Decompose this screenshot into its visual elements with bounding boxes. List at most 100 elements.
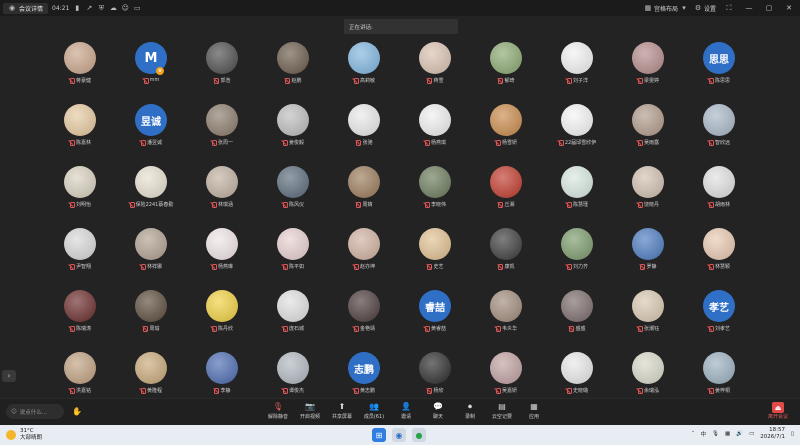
participant-tile[interactable]: 杨燕琪	[405, 102, 465, 152]
participant-tile[interactable]: 韦炎华	[476, 288, 536, 338]
shield-icon[interactable]: ⛨	[97, 4, 105, 12]
toolbar-camera-off-button[interactable]: 📷 开启视频	[294, 402, 326, 420]
participant-tile[interactable]: 杨欣	[405, 350, 465, 400]
participant-name: 罗静	[646, 264, 657, 270]
participant-tile[interactable]: 睿喆 黄睿喆	[405, 288, 465, 338]
quick-chat-input[interactable]: ☺ 说点什么...	[6, 404, 64, 419]
raise-hand-button[interactable]: ✋	[70, 404, 84, 419]
participant-tile[interactable]: 张潮钰	[618, 288, 678, 338]
toolbar-invite-button[interactable]: 👤 邀请	[390, 402, 422, 420]
caption-icon[interactable]: ▭	[133, 4, 141, 12]
toolbar-record-button[interactable]: ⏺ 录制	[454, 402, 486, 420]
leave-meeting-button[interactable]: ⏏ 离开会议	[764, 402, 792, 420]
participant-tile[interactable]: 赵亦坤	[334, 226, 394, 276]
ime-icon[interactable]: 中	[701, 430, 707, 438]
participant-tile[interactable]: 洪嘉铭	[50, 350, 110, 400]
emoji-icon[interactable]: ☺	[121, 4, 129, 12]
participant-tile[interactable]: 蒋雪	[405, 40, 465, 90]
participant-tile[interactable]: 林琪涵	[192, 164, 252, 214]
participant-tile[interactable]: 庞石城	[263, 288, 323, 338]
participant-tile[interactable]: M ★ mm	[121, 40, 181, 90]
participant-tile[interactable]: 张周一	[192, 102, 252, 152]
participant-tile[interactable]: 刘子洋	[547, 40, 607, 90]
participant-tile[interactable]: 罗静	[618, 226, 678, 276]
participant-tile[interactable]: 郭浩	[192, 40, 252, 90]
participant-tile[interactable]: 余瑞泓	[618, 350, 678, 400]
participant-tile[interactable]: 黄隆程	[121, 350, 181, 400]
participant-tile[interactable]: 饶晓丹	[618, 164, 678, 214]
cloud-icon[interactable]: ☁	[109, 4, 117, 12]
meeting-app-icon[interactable]: ◉	[392, 428, 406, 442]
signal-icon[interactable]: ▮	[73, 4, 81, 12]
maximize-icon[interactable]: ▢	[762, 4, 776, 12]
participant-tile[interactable]: 姜梓桐	[689, 350, 749, 400]
participant-tile[interactable]: 杨燕琳	[192, 226, 252, 276]
clock[interactable]: 18:57 2026/7/1	[760, 427, 785, 441]
fullscreen-icon[interactable]: ⛶	[722, 4, 736, 13]
participant-tile[interactable]: 陈丹欣	[192, 288, 252, 338]
participant-tile[interactable]: 孝艺 刘孝艺	[689, 288, 749, 338]
participant-tile[interactable]: 张驰	[334, 102, 394, 152]
participant-tile[interactable]: 梁雯婷	[618, 40, 678, 90]
toolbar-notes-button[interactable]: ▤ 云空记要	[486, 402, 518, 420]
participant-tile[interactable]: 李晓伟	[405, 164, 465, 214]
participant-tile[interactable]: 史艺	[405, 226, 465, 276]
meeting-details-tab[interactable]: ◉ 会议详情	[3, 2, 49, 14]
participant-tile[interactable]: 陈瑞涛	[50, 288, 110, 338]
participant-tile[interactable]: 姜俊毅	[263, 102, 323, 152]
participant-tile[interactable]: 杨雪妍	[476, 102, 536, 152]
participant-tile[interactable]: 胡雨林	[689, 164, 749, 214]
participant-tile[interactable]: 林祥娜	[121, 226, 181, 276]
toolbar-apps-button[interactable]: ▦ 应用	[518, 402, 550, 420]
participant-tile[interactable]: 保险2241蔡春勤	[121, 164, 181, 214]
toolbar-chat-button[interactable]: 💬 聊天	[422, 402, 454, 420]
participant-tile[interactable]: 郁琦	[476, 40, 536, 90]
participant-tile[interactable]: 思思 陈思思	[689, 40, 749, 90]
participant-tile[interactable]: 吴雨露	[618, 102, 678, 152]
participant-tile[interactable]: 刘力齐	[547, 226, 607, 276]
toolbar-mic-muted-button[interactable]: 🎙 解除静音	[262, 402, 294, 420]
battery-icon[interactable]: ▭	[749, 431, 754, 437]
participant-tile[interactable]: 康凯	[476, 226, 536, 276]
avatar	[348, 166, 380, 198]
participant-tile[interactable]: 金艳靖	[334, 288, 394, 338]
participant-tile[interactable]: 盛盛	[547, 288, 607, 338]
participant-tile[interactable]: 陈平如	[263, 226, 323, 276]
participant-tile[interactable]: 刘明怡	[50, 164, 110, 214]
participant-tile[interactable]: 丘湘	[476, 164, 536, 214]
notification-icon[interactable]: ▯	[791, 431, 794, 437]
volume-icon[interactable]: 🔊	[736, 431, 743, 437]
wechat-icon[interactable]: ●	[412, 428, 426, 442]
participant-tile[interactable]: 志鹏 黄志鹏	[334, 350, 394, 400]
participant-tile[interactable]: 李静	[192, 350, 252, 400]
windows-start-icon[interactable]: ⊞	[372, 428, 386, 442]
participant-tile[interactable]: 史晓璐	[547, 350, 607, 400]
participant-tile[interactable]: 吴嘉妍	[476, 350, 536, 400]
participant-tile[interactable]: 陈风仪	[263, 164, 323, 214]
toolbar-share-screen-button[interactable]: ⬆ 共享屏幕	[326, 402, 358, 420]
layout-button[interactable]: ▦ 宫格布局 ▾	[644, 4, 688, 13]
expand-panel-button[interactable]: ›	[2, 370, 16, 382]
participant-tile[interactable]: 昱诚 潘昱诚	[121, 102, 181, 152]
participant-tile[interactable]: 尹智翔	[50, 226, 110, 276]
participant-tile[interactable]: 谭俊杰	[263, 350, 323, 400]
participant-tile[interactable]: 周婧	[334, 164, 394, 214]
participant-tile[interactable]: 22届邱雪欣伊	[547, 102, 607, 152]
toolbar-members-button[interactable]: 👥 成员(61)	[358, 402, 390, 420]
network-icon[interactable]: ▦	[725, 431, 730, 437]
close-icon[interactable]: ✕	[782, 4, 796, 12]
participant-tile[interactable]: 陈嘉林	[50, 102, 110, 152]
weather-widget[interactable]: 31°C 大部晴朗	[6, 428, 42, 442]
settings-button[interactable]: ⚙ 设置	[694, 4, 716, 13]
participant-tile[interactable]: 陈慧瑾	[547, 164, 607, 214]
mic-tray-icon[interactable]: 🎙	[712, 431, 719, 437]
participant-tile[interactable]: 高莉敏	[334, 40, 394, 90]
participant-tile[interactable]: 林慧颖	[689, 226, 749, 276]
participant-tile[interactable]: 智欣远	[689, 102, 749, 152]
participant-tile[interactable]: 蒋豪健	[50, 40, 110, 90]
participant-tile[interactable]: 赵鹏	[263, 40, 323, 90]
minimize-icon[interactable]: —	[742, 4, 756, 12]
participant-tile[interactable]: 周瑜	[121, 288, 181, 338]
tray-chevron-icon[interactable]: ˄	[692, 431, 695, 437]
external-link-icon[interactable]: ↗	[85, 4, 93, 12]
